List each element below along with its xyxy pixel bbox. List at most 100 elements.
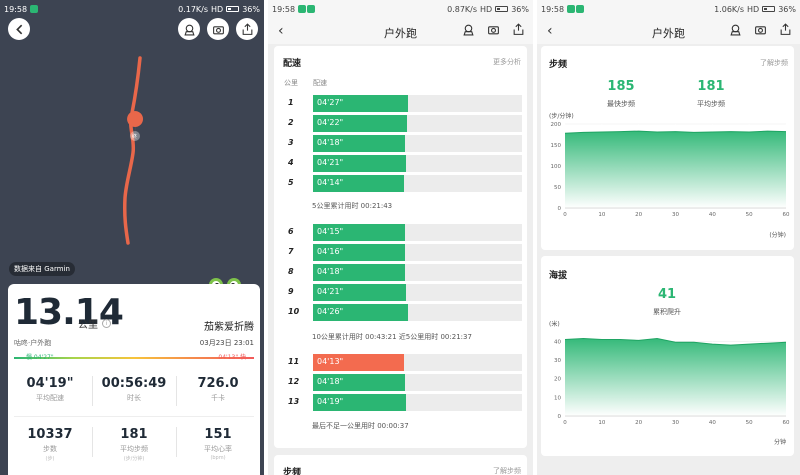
divider [176, 376, 177, 406]
route-line [123, 56, 142, 245]
split-pace: 04'15" [317, 227, 344, 236]
battery-icon [495, 6, 509, 12]
stat-unit: (步) [45, 456, 55, 462]
camera-icon [212, 25, 224, 34]
stat-heart-rate: 151 平均心率 (bpm) [176, 427, 260, 462]
cadence-x-tick: 20 [635, 212, 642, 218]
share-icon [242, 22, 252, 35]
split-pace: 04'27" [317, 98, 344, 107]
max-cadence-label: 最快步频 [607, 100, 635, 108]
elevation-y-tick: 40 [554, 339, 561, 345]
max-cadence-value: 185 [607, 79, 635, 94]
elevation-x-tick: 20 [635, 420, 642, 426]
stat-avg-pace: 04'19" 平均配速 [8, 376, 92, 403]
pace-split-row: 11 04'13" [288, 354, 524, 371]
pace-split-row: 3 04'18" [288, 135, 524, 152]
badge-button[interactable] [178, 18, 200, 40]
pace-split-row: 4 04'21" [288, 155, 524, 172]
status-bar: 19:58 1.06K/s HD 36% [537, 0, 800, 18]
status-speed: 0.17K/s [178, 4, 209, 14]
slow-pace-label: 慢 04'27" [26, 354, 54, 361]
route-marker-label: 终 [132, 133, 137, 140]
status-battery: 36% [778, 4, 796, 14]
data-source-label: 数据来自 Garmin [9, 262, 75, 276]
learn-cadence-link[interactable]: 了解步频 [760, 58, 788, 68]
stat-label: 千卡 [211, 394, 225, 402]
divider [92, 376, 93, 406]
header: ‹ 户外跑 [268, 18, 533, 44]
info-icon[interactable]: i [102, 319, 111, 328]
split-km: 10 [288, 307, 300, 316]
medal-icon [183, 24, 195, 35]
pace-card: 配速 更多分析 公里 配速 1 04'27" 2 04'22" 3 04'18" 4 04'2… [274, 46, 527, 448]
cadence-card: 步频 了解步频 185 最快步频 181 平均步频 (步/分钟) (分钟) 0 5… [541, 46, 794, 250]
col-km-header: 公里 [284, 79, 298, 87]
cadence-title: 步频 [549, 60, 568, 70]
elevation-gain-label: 累积爬升 [653, 308, 681, 316]
share-button[interactable] [236, 18, 258, 40]
split-km: 7 [288, 247, 294, 256]
elevation-x-tick: 30 [672, 420, 679, 426]
status-time: 19:58 [272, 4, 296, 14]
stat-unit: (bpm) [210, 455, 226, 461]
route-map-screen: 19:58 0.17K/s HD 36% 终 数据来自 Garmin 13.14… [0, 0, 264, 475]
split-pace: 04'19" [317, 397, 344, 406]
stats-row-2: 10337 步数 (步) 181 平均步频 (步/分钟) 151 平均心率 (b… [8, 427, 260, 462]
battery-icon [226, 6, 240, 12]
status-network: HD [747, 4, 760, 14]
medal-icon[interactable] [729, 23, 742, 36]
route-map[interactable]: 终 [0, 18, 264, 278]
elevation-y-tick: 0 [558, 414, 562, 420]
split-km: 6 [288, 227, 294, 236]
share-icon[interactable] [779, 23, 792, 36]
cadence-card-preview: 步频 了解步频 [274, 455, 527, 475]
elevation-x-unit: 分钟 [773, 439, 786, 446]
notification-icon [576, 5, 585, 13]
share-icon[interactable] [512, 23, 525, 36]
cadence-chart[interactable]: 0 50 100 150 200 0 10 20 30 40 50 60 [541, 120, 794, 230]
fast-pace-label: 04'13" 快 [218, 354, 246, 361]
note-10km: 10公里累计用时 00:43:21 近5公里用时 00:21:37 [312, 333, 472, 341]
split-pace: 04'21" [317, 287, 344, 296]
elevation-y-tick: 30 [554, 358, 561, 364]
cadence-x-tick: 60 [783, 212, 790, 218]
camera-button[interactable] [207, 18, 229, 40]
status-battery: 36% [242, 4, 260, 14]
status-network: HD [211, 4, 224, 14]
elevation-x-tick: 60 [783, 420, 790, 426]
stat-value: 181 [120, 427, 148, 442]
distance-unit: 公里 [78, 320, 98, 331]
more-analysis-link[interactable]: 更多分析 [493, 57, 521, 67]
split-km: 8 [288, 267, 294, 276]
pace-screen: 19:58 0.87K/s HD 36% ‹ 户外跑 配速 更多分析 公里 配速 [268, 0, 533, 475]
cadence-y-unit: (步/分钟) [549, 113, 574, 120]
avg-cadence-value: 181 [697, 79, 725, 94]
camera-icon[interactable] [487, 23, 500, 36]
cadence-y-tick: 100 [551, 164, 562, 170]
camera-icon[interactable] [754, 23, 767, 36]
back-button[interactable] [8, 18, 30, 40]
split-pace: 04'21" [317, 158, 344, 167]
split-pace: 04'14" [317, 178, 344, 187]
divider [176, 427, 177, 457]
stat-label: 平均配速 [36, 394, 64, 402]
split-km: 1 [288, 98, 294, 107]
status-bar: 19:58 0.87K/s HD 36% [268, 0, 533, 18]
cadence-x-tick: 30 [672, 212, 679, 218]
notification-icon [567, 5, 576, 13]
charts-screen: 19:58 1.06K/s HD 36% ‹ 户外跑 步频 了解步频 185 最… [537, 0, 800, 475]
split-pace: 04'13" [317, 357, 344, 366]
stat-cadence: 181 平均步频 (步/分钟) [92, 427, 176, 462]
elevation-y-tick: 20 [554, 377, 561, 383]
elevation-title: 海拔 [549, 271, 568, 281]
note-last: 最后不足一公里用时 00:00:37 [312, 422, 409, 430]
split-km: 13 [288, 397, 300, 406]
battery-icon [762, 6, 776, 12]
learn-cadence-link[interactable]: 了解步频 [493, 466, 521, 475]
cadence-y-tick: 50 [554, 185, 561, 191]
pace-split-row: 2 04'22" [288, 115, 524, 132]
elevation-chart[interactable]: 0 10 20 30 40 0 10 20 30 40 50 60 [541, 328, 794, 438]
medal-icon[interactable] [462, 23, 475, 36]
cadence-y-tick: 150 [551, 143, 562, 149]
stat-value: 10337 [27, 427, 73, 442]
